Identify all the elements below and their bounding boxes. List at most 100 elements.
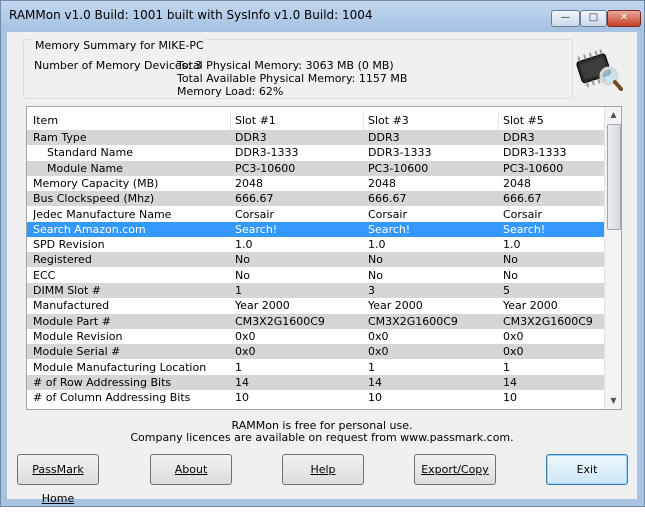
total-physical-memory: Total Physical Memory: 3063 MB (0 MB) bbox=[177, 59, 394, 72]
table-row[interactable]: Ram Type DDR3 DDR3 DDR3 bbox=[27, 130, 604, 145]
cell-slot-1: No bbox=[235, 268, 250, 282]
scroll-down-arrow-icon[interactable]: ▼ bbox=[605, 393, 621, 409]
table-row[interactable]: Standard Name DDR3-1333 DDR3-1333 DDR3-1333 bbox=[27, 145, 604, 160]
table-row[interactable]: # of Column Addressing Bits 10 10 10 bbox=[27, 390, 604, 405]
passmark-home-button[interactable]: PassMark Home bbox=[17, 454, 99, 505]
close-button[interactable]: ✕ bbox=[607, 10, 641, 27]
table-row[interactable]: Module Manufacturing Location 1 1 1 bbox=[27, 360, 604, 375]
memory-summary-group: Memory Summary for MIKE-PC Number of Mem… bbox=[23, 39, 573, 99]
table-row[interactable]: Module Part # CM3X2G1600C9 CM3X2G1600C9 CM3… bbox=[27, 313, 604, 329]
license-note-line-2: Company licences are available on reques… bbox=[130, 431, 514, 444]
table-row[interactable]: Registered No No No bbox=[27, 252, 604, 268]
cell-slot-3: PC3-10600 bbox=[368, 161, 429, 175]
table-row[interactable]: SPD Revision 1.0 1.0 1.0 bbox=[27, 237, 604, 252]
cell-slot-3: 14 bbox=[368, 375, 382, 389]
cell-slot-5: PC3-10600 bbox=[503, 161, 564, 175]
total-available-memory: Total Available Physical Memory: 1157 MB bbox=[177, 72, 408, 85]
table-row[interactable]: Bus Clockspeed (Mhz) 666.67 666.67 666.67 bbox=[27, 191, 604, 207]
cell-item: Module Part # bbox=[33, 314, 111, 328]
column-divider[interactable] bbox=[498, 112, 499, 130]
cell-item: Ram Type bbox=[33, 131, 87, 144]
help-button[interactable]: Help bbox=[282, 454, 364, 485]
exit-button[interactable]: Exit bbox=[546, 454, 628, 485]
cell-slot-5: CM3X2G1600C9 bbox=[503, 314, 593, 328]
memory-details-table[interactable]: Item Slot #1 Slot #3 Slot #5 Ram Type DDR… bbox=[26, 106, 622, 410]
about-label: About bbox=[174, 463, 208, 476]
column-header-slot-1[interactable]: Slot #1 bbox=[235, 112, 362, 130]
cell-slot-1: 2048 bbox=[235, 176, 263, 190]
scrollbar-thumb[interactable] bbox=[607, 124, 621, 230]
table-row[interactable]: Module Serial # 0x0 0x0 0x0 bbox=[27, 344, 604, 360]
title-bar[interactable]: RAMMon v1.0 Build: 1001 built with SysIn… bbox=[1, 1, 644, 31]
table-row[interactable]: Manufactured Year 2000 Year 2000 Year 2000 bbox=[27, 298, 604, 313]
cell-slot-3: No bbox=[368, 268, 383, 282]
cell-slot-3: Search! bbox=[368, 222, 411, 236]
cell-item: Memory Capacity (MB) bbox=[33, 176, 159, 190]
cell-slot-3: 10 bbox=[368, 391, 382, 405]
table-row[interactable]: Search Amazon.com Search! Search! Search! bbox=[27, 221, 604, 237]
export-copy-label: Export/Copy bbox=[421, 463, 489, 476]
maximize-icon: □ bbox=[588, 12, 599, 23]
cell-slot-5: Search! bbox=[503, 222, 546, 236]
cell-slot-5: 10 bbox=[503, 391, 517, 405]
cell-item: Module Revision bbox=[33, 329, 123, 343]
cell-slot-5: 1 bbox=[503, 360, 510, 374]
cell-slot-5: DDR3-1333 bbox=[503, 146, 567, 160]
cell-slot-3: Year 2000 bbox=[368, 299, 423, 313]
table-row[interactable]: Memory Capacity (MB) 2048 2048 2048 bbox=[27, 176, 604, 191]
table-header: Item Slot #1 Slot #3 Slot #5 bbox=[27, 112, 604, 130]
cell-item: Jedec Manufacture Name bbox=[33, 207, 172, 221]
cell-item: Module Serial # bbox=[33, 345, 121, 359]
cell-item: DIMM Slot # bbox=[33, 284, 101, 297]
cell-slot-1: Year 2000 bbox=[235, 299, 290, 313]
minimize-button[interactable]: — bbox=[551, 10, 580, 27]
memory-load: Memory Load: 62% bbox=[177, 85, 284, 98]
cell-item: ECC bbox=[33, 268, 56, 282]
cell-slot-1: 666.67 bbox=[235, 192, 274, 206]
cell-slot-3: 1 bbox=[368, 360, 375, 374]
maximize-button[interactable]: □ bbox=[580, 10, 607, 27]
window-title: RAMMon v1.0 Build: 1001 built with SysIn… bbox=[9, 8, 373, 22]
cell-slot-5: No bbox=[503, 268, 518, 282]
column-header-slot-3[interactable]: Slot #3 bbox=[368, 112, 497, 130]
table-row[interactable]: # of Row Addressing Bits 14 14 14 bbox=[27, 374, 604, 390]
column-divider[interactable] bbox=[363, 112, 364, 130]
column-header-item[interactable]: Item bbox=[33, 112, 229, 130]
column-header-slot-5[interactable]: Slot #5 bbox=[503, 112, 603, 130]
scroll-up-arrow-icon[interactable]: ▲ bbox=[605, 107, 621, 123]
export-copy-button[interactable]: Export/Copy bbox=[414, 454, 496, 485]
cell-slot-1: Corsair bbox=[235, 207, 274, 221]
passmark-home-label: PassMark Home bbox=[32, 463, 84, 505]
cell-slot-1: 0x0 bbox=[235, 329, 256, 343]
cell-slot-5: 0x0 bbox=[503, 329, 524, 343]
cell-item: # of Row Addressing Bits bbox=[33, 375, 172, 389]
vertical-scrollbar[interactable]: ▲ ▼ bbox=[604, 107, 621, 409]
exit-label: Exit bbox=[576, 463, 598, 476]
cell-slot-3: 3 bbox=[368, 284, 375, 297]
cell-item: SPD Revision bbox=[33, 238, 105, 252]
cell-slot-3: CM3X2G1600C9 bbox=[368, 314, 458, 328]
column-divider[interactable] bbox=[230, 112, 231, 130]
cell-slot-5: No bbox=[503, 253, 518, 267]
cell-item: Module Name bbox=[47, 161, 123, 175]
table-row[interactable]: Jedec Manufacture Name Corsair Corsair Cors… bbox=[27, 207, 604, 222]
cell-slot-5: 0x0 bbox=[503, 345, 524, 359]
cell-slot-3: No bbox=[368, 253, 383, 267]
cell-slot-3: 0x0 bbox=[368, 345, 389, 359]
cell-slot-3: 666.67 bbox=[368, 192, 407, 206]
cell-slot-3: 0x0 bbox=[368, 329, 389, 343]
cell-slot-1: DDR3-1333 bbox=[235, 146, 299, 160]
table-row[interactable]: ECC No No No bbox=[27, 268, 604, 283]
cell-slot-1: Search! bbox=[235, 222, 278, 236]
cell-slot-3: DDR3-1333 bbox=[368, 146, 432, 160]
table-row[interactable]: Module Name PC3-10600 PC3-10600 PC3-10600 bbox=[27, 160, 604, 176]
cell-item: Search Amazon.com bbox=[33, 222, 146, 236]
cell-slot-5: Year 2000 bbox=[503, 299, 558, 313]
cell-slot-1: 0x0 bbox=[235, 345, 256, 359]
table-row[interactable]: Module Revision 0x0 0x0 0x0 bbox=[27, 329, 604, 344]
about-button[interactable]: About bbox=[150, 454, 232, 485]
table-row[interactable]: DIMM Slot # 1 3 5 bbox=[27, 283, 604, 298]
cell-slot-1: 10 bbox=[235, 391, 249, 405]
help-label: Help bbox=[310, 463, 336, 476]
cell-item: # of Column Addressing Bits bbox=[33, 391, 191, 405]
